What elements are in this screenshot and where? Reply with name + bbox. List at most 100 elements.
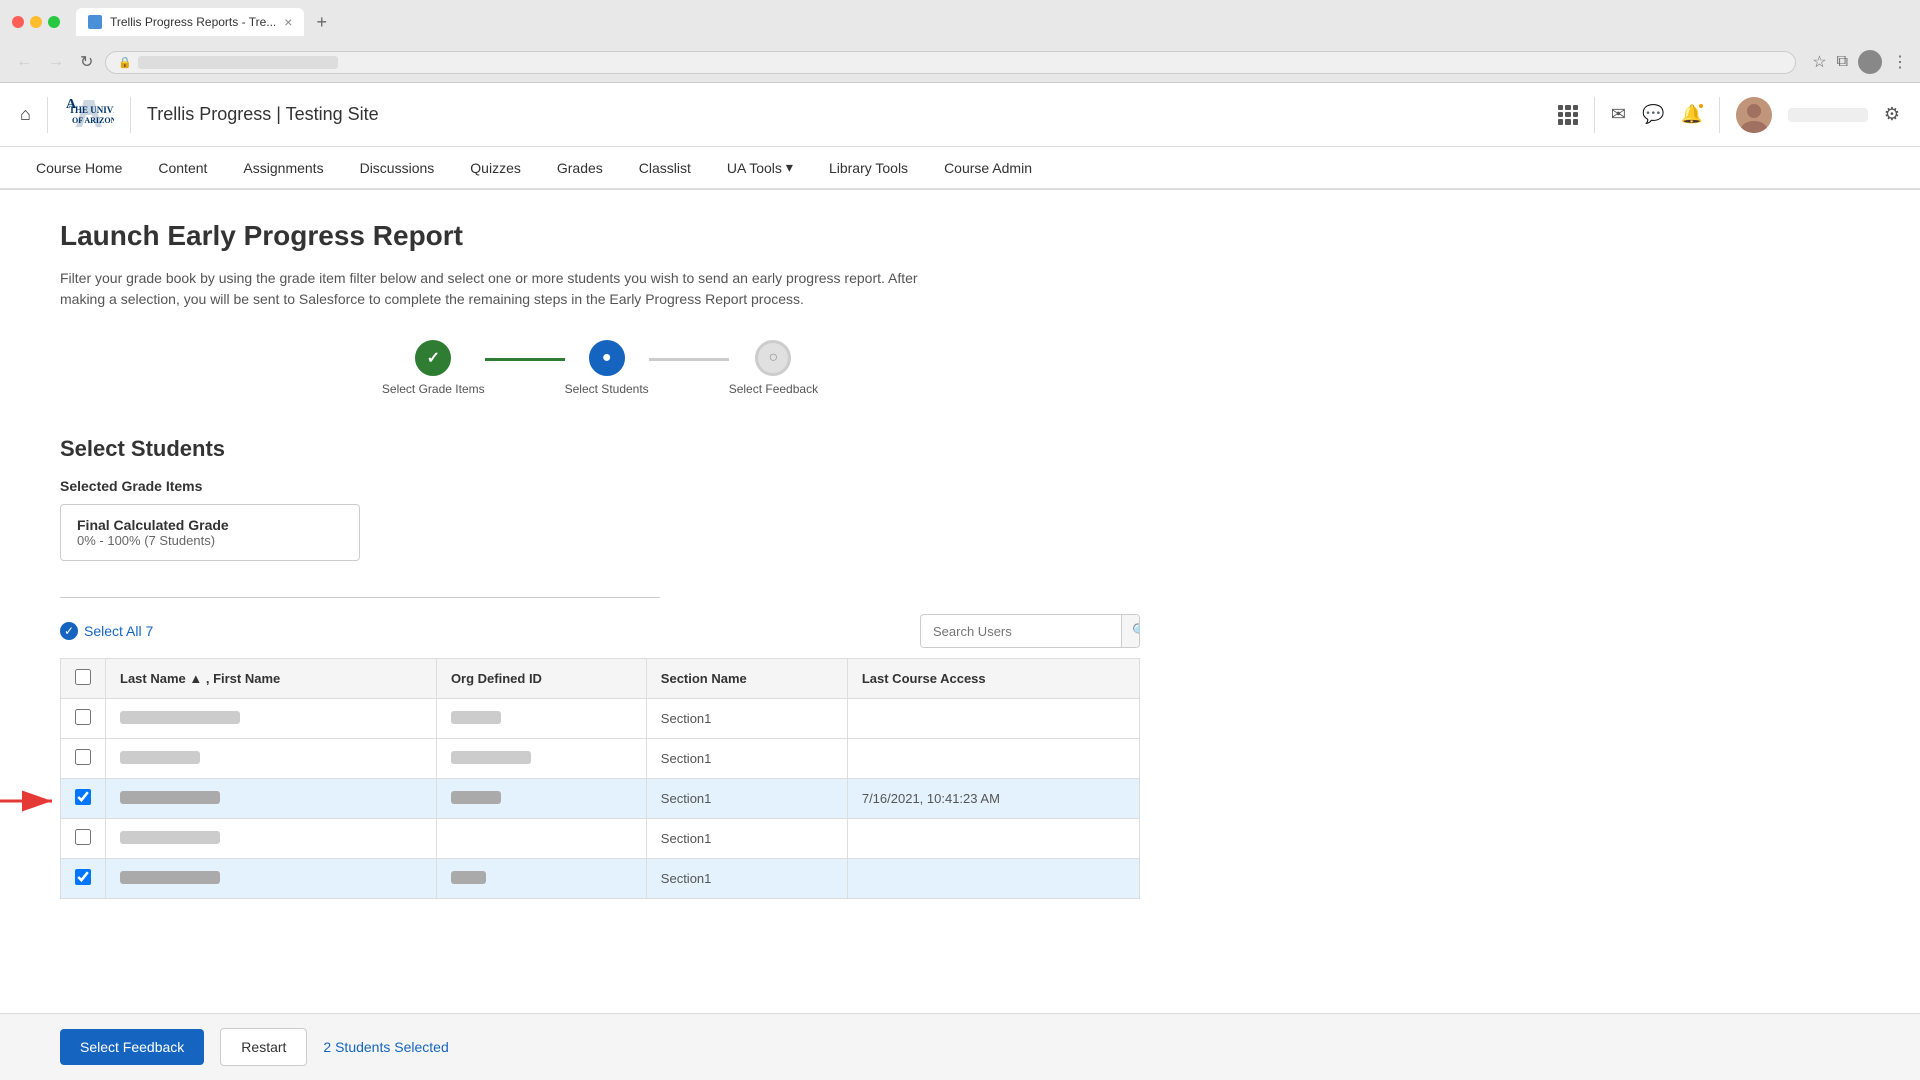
step-connector-2 xyxy=(649,358,729,361)
tab-favicon xyxy=(88,15,102,29)
close-dot[interactable] xyxy=(12,16,24,28)
nav-quizzes[interactable]: Quizzes xyxy=(454,148,537,188)
browser-tab[interactable]: Trellis Progress Reports - Tre... × xyxy=(76,8,304,36)
address-bar[interactable]: 🔒 xyxy=(105,51,1796,74)
nav-discussions[interactable]: Discussions xyxy=(344,148,451,188)
select-all-checkbox[interactable] xyxy=(75,669,91,685)
bottom-spacer xyxy=(60,899,1140,979)
header-divider xyxy=(47,97,48,133)
browser-profile-icon[interactable] xyxy=(1858,50,1882,74)
table-row: Section1 xyxy=(61,819,1140,859)
header-right-divider xyxy=(1594,97,1595,133)
nav-assignments[interactable]: Assignments xyxy=(227,148,339,188)
select-all-button[interactable]: ✓ Select All 7 xyxy=(60,622,153,640)
notification-badge xyxy=(1697,102,1705,110)
svg-text:OF ARIZONA: OF ARIZONA xyxy=(72,116,114,125)
restart-button[interactable]: Restart xyxy=(220,1028,307,1066)
university-logo-area: THE UNIVERSITY OF ARIZONA A xyxy=(64,95,114,135)
grade-item-box: Final Calculated Grade 0% - 100% (7 Stud… xyxy=(60,504,360,561)
row-4-org-id xyxy=(436,819,646,859)
row-1-org-id xyxy=(436,699,646,739)
lms-header: ⌂ THE UNIVERSITY OF ARIZONA A Trellis Pr… xyxy=(0,83,1920,147)
new-tab-button[interactable]: + xyxy=(316,12,327,33)
row-4-checkbox-cell xyxy=(61,819,106,859)
apps-icon[interactable] xyxy=(1558,105,1578,125)
row-2-checkbox[interactable] xyxy=(75,749,91,765)
row-4-name-text xyxy=(120,831,220,844)
url-text xyxy=(138,56,338,69)
back-button[interactable]: ← xyxy=(12,51,36,73)
row-2-org-id xyxy=(436,739,646,779)
row-3-org-id-text xyxy=(451,791,501,804)
nav-course-admin[interactable]: Course Admin xyxy=(928,148,1048,188)
nav-classlist[interactable]: Classlist xyxy=(623,148,707,188)
row-4-access xyxy=(847,819,1139,859)
step-2: ● Select Students xyxy=(565,340,649,396)
search-box: 🔍 xyxy=(920,614,1140,648)
svg-text:A: A xyxy=(66,97,77,112)
col-header-section: Section Name xyxy=(646,659,847,699)
step-2-label: Select Students xyxy=(565,382,649,396)
lock-icon: 🔒 xyxy=(118,56,132,69)
row-1-checkbox[interactable] xyxy=(75,709,91,725)
step-3-label: Select Feedback xyxy=(729,382,818,396)
select-feedback-button[interactable]: Select Feedback xyxy=(60,1029,204,1065)
grade-item-range: 0% - 100% (7 Students) xyxy=(77,533,343,548)
row-2-checkbox-cell xyxy=(61,739,106,779)
step-3: ○ Select Feedback xyxy=(729,340,818,396)
row-5-checkbox[interactable] xyxy=(75,869,91,885)
menu-icon[interactable]: ⋮ xyxy=(1892,52,1908,72)
nav-grades[interactable]: Grades xyxy=(541,148,619,188)
nav-library-tools[interactable]: Library Tools xyxy=(813,148,924,188)
row-2-org-id-text xyxy=(451,751,531,764)
row-3-checkbox[interactable] xyxy=(75,789,91,805)
table-row: Section1 xyxy=(61,859,1140,899)
row-3-name-text xyxy=(120,791,220,804)
reload-button[interactable]: ↻ xyxy=(76,50,97,74)
chat-icon[interactable]: 💬 xyxy=(1642,104,1664,125)
table-controls: ✓ Select All 7 🔍 xyxy=(60,614,1140,648)
search-button[interactable]: 🔍 xyxy=(1121,615,1140,647)
settings-icon[interactable]: ⚙ xyxy=(1884,104,1900,125)
avatar[interactable] xyxy=(1736,97,1772,133)
main-content: Launch Early Progress Report Filter your… xyxy=(0,190,1200,1009)
maximize-dot[interactable] xyxy=(48,16,60,28)
header-right: ✉ 💬 🔔 ⚙ xyxy=(1558,97,1900,133)
search-input[interactable] xyxy=(921,616,1121,647)
tab-title: Trellis Progress Reports - Tre... xyxy=(110,15,276,29)
mail-icon[interactable]: ✉ xyxy=(1611,104,1626,125)
step-2-circle: ● xyxy=(589,340,625,376)
university-logo: THE UNIVERSITY OF ARIZONA A xyxy=(64,95,114,135)
page-description: Filter your grade book by using the grad… xyxy=(60,268,960,310)
step-1: ✓ Select Grade Items xyxy=(382,340,485,396)
step-1-circle: ✓ xyxy=(415,340,451,376)
select-students-heading: Select Students xyxy=(60,436,1140,462)
students-table: Last Name ▲ , First Name Org Defined ID … xyxy=(60,658,1140,899)
bookmark-icon[interactable]: ☆ xyxy=(1812,52,1826,72)
row-3-org-id xyxy=(436,779,646,819)
row-5-checkbox-cell xyxy=(61,859,106,899)
tab-close-button[interactable]: × xyxy=(284,14,292,30)
header-left: ⌂ THE UNIVERSITY OF ARIZONA A Trellis Pr… xyxy=(20,95,379,135)
extensions-icon[interactable]: ⧉ xyxy=(1837,53,1848,71)
forward-button[interactable]: → xyxy=(44,51,68,73)
row-5-name xyxy=(106,859,437,899)
row-3-name xyxy=(106,779,437,819)
minimize-dot[interactable] xyxy=(30,16,42,28)
row-5-access xyxy=(847,859,1139,899)
row-4-section: Section1 xyxy=(646,819,847,859)
col-header-org-id: Org Defined ID xyxy=(436,659,646,699)
nav-ua-tools[interactable]: UA Tools ▾ xyxy=(711,147,809,188)
header-divider-2 xyxy=(130,97,131,133)
progress-steps: ✓ Select Grade Items ● Select Students ○… xyxy=(60,340,1140,396)
row-1-name xyxy=(106,699,437,739)
row-4-checkbox[interactable] xyxy=(75,829,91,845)
step-connector-1 xyxy=(485,358,565,361)
notifications-icon[interactable]: 🔔 xyxy=(1680,104,1702,125)
grade-items-label: Selected Grade Items xyxy=(60,478,660,494)
home-icon[interactable]: ⌂ xyxy=(20,104,31,125)
row-5-org-id xyxy=(436,859,646,899)
arrow-row3-svg xyxy=(0,786,60,816)
nav-content[interactable]: Content xyxy=(142,148,223,188)
nav-course-home[interactable]: Course Home xyxy=(20,148,138,188)
